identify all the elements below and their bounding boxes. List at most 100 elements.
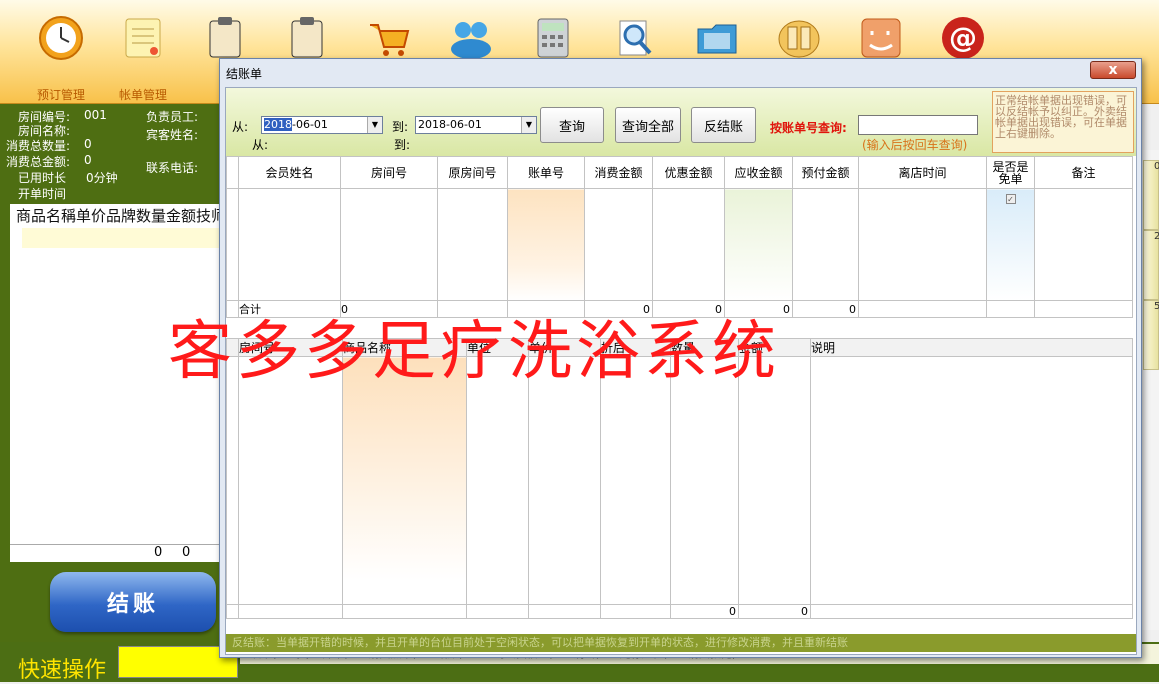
toolbar-item-9[interactable]	[682, 14, 752, 62]
sum-cell	[528, 604, 601, 619]
sum-cell	[238, 604, 343, 619]
list-item[interactable]	[22, 228, 222, 248]
column-header[interactable]: 应收金额	[724, 156, 793, 189]
reverse-settle-button[interactable]: 反结账	[691, 107, 756, 143]
total-amt-value: 0	[84, 153, 92, 167]
right-tab[interactable]: 2	[1143, 230, 1159, 300]
to-label: 到:	[392, 120, 409, 134]
toolbar-item-bills[interactable]: 帐单管理	[108, 14, 178, 103]
open-time-label: 开单时间	[18, 187, 67, 201]
column-header[interactable]: 原房间号	[437, 156, 508, 189]
table-cell[interactable]	[584, 188, 653, 301]
settle-button[interactable]: 结账	[50, 572, 216, 632]
sum-cell	[466, 604, 529, 619]
column-header[interactable]: 消费金额	[584, 156, 653, 189]
close-icon: x	[1108, 62, 1118, 78]
books-icon	[775, 14, 823, 62]
room-no-value: 001	[84, 108, 107, 122]
toolbar-label: 帐单管理	[118, 88, 167, 102]
clock-icon	[37, 14, 85, 62]
sum-cell: 0	[792, 300, 859, 318]
sum-cell: 0	[670, 604, 739, 619]
toolbar-item-4[interactable]	[272, 14, 342, 62]
table-cell[interactable]	[1034, 188, 1133, 301]
bills-table[interactable]: 会员姓名 房间号 原房间号 账单号 消费金额 优惠金额 应收金额 预付金额 离店…	[226, 156, 1133, 318]
toolbar-item-8[interactable]	[600, 14, 670, 62]
sum-cell	[1034, 300, 1133, 318]
toolbar-item-11[interactable]	[846, 14, 916, 62]
column-header[interactable]: 离店时间	[858, 156, 987, 189]
table-header-row: 会员姓名 房间号 原房间号 账单号 消费金额 优惠金额 应收金额 预付金额 离店…	[226, 156, 1133, 189]
guest-label: 宾客姓名:	[146, 128, 199, 142]
toolbar-item-7[interactable]	[518, 14, 588, 62]
chevron-down-icon[interactable]: ▼	[367, 117, 382, 133]
table-cell[interactable]	[466, 356, 529, 605]
phone-label: 联系电话:	[146, 161, 199, 175]
column-header[interactable]: 备注	[1034, 156, 1133, 189]
dialog-title: 结账单	[226, 67, 263, 81]
column-header[interactable]: 说明	[810, 338, 1133, 357]
toolbar-item-reservation[interactable]: 预订管理	[26, 14, 96, 103]
table-cell	[226, 356, 239, 605]
table-cell[interactable]	[792, 188, 859, 301]
at-icon: @	[939, 14, 987, 62]
query-button[interactable]: 查询	[540, 107, 604, 143]
consumption-sum-row: 0 0	[10, 544, 222, 562]
right-tab[interactable]: 0	[1143, 160, 1159, 230]
table-cell[interactable]	[738, 356, 811, 605]
column-header[interactable]: 会员姓名	[238, 156, 341, 189]
toolbar-item-3[interactable]	[190, 14, 260, 62]
column-header[interactable]: 房间号	[340, 156, 438, 189]
table-cell	[226, 188, 239, 301]
table-row[interactable]	[226, 356, 1133, 605]
table-cell[interactable]	[342, 356, 467, 605]
checkbox-icon[interactable]: ✓	[1005, 194, 1016, 204]
table-cell[interactable]	[724, 188, 793, 301]
close-button[interactable]: x	[1090, 61, 1136, 79]
column-header[interactable]: 优惠金额	[652, 156, 725, 189]
duration-label: 已用时长	[18, 171, 67, 185]
calculator-icon	[529, 14, 577, 62]
toolbar-label: 预订管理	[36, 88, 85, 102]
bill-number-input[interactable]	[858, 115, 978, 135]
to-date-picker[interactable]: 2018-06-01 ▼	[415, 116, 537, 134]
toolbar-item-5[interactable]	[354, 14, 424, 62]
from-date-picker[interactable]: 2018-06-01 ▼	[261, 116, 383, 134]
right-tab[interactable]: 5	[1143, 300, 1159, 370]
sum-cell	[342, 604, 467, 619]
chevron-down-icon[interactable]: ▼	[521, 117, 536, 133]
table-row[interactable]: ✓	[226, 188, 1133, 301]
table-cell[interactable]	[528, 356, 601, 605]
column-header[interactable]: 预付金额	[792, 156, 859, 189]
column-header[interactable]: 是否是免单	[986, 156, 1035, 189]
table-cell[interactable]	[238, 188, 341, 301]
column-header[interactable]: 账单号	[507, 156, 585, 189]
query-all-button[interactable]: 查询全部	[615, 107, 681, 143]
sum-cell	[858, 300, 987, 318]
table-cell[interactable]	[652, 188, 725, 301]
table-cell[interactable]	[670, 356, 739, 605]
sum-cell	[810, 604, 1133, 619]
table-cell[interactable]	[600, 356, 671, 605]
toolbar-item-6[interactable]	[436, 14, 506, 62]
sum-cell: 0	[738, 604, 811, 619]
table-cell[interactable]	[238, 356, 343, 605]
table-cell[interactable]	[810, 356, 1133, 605]
watermark-title: 客多多足疗洗浴系统	[168, 315, 780, 389]
toolbar-item-10[interactable]	[764, 14, 834, 62]
table-cell[interactable]	[507, 188, 585, 301]
users-icon	[447, 14, 495, 62]
table-cell[interactable]	[858, 188, 987, 301]
bill-query-label: 按账单号查询:	[770, 121, 847, 135]
staff-label: 负责员工:	[146, 110, 199, 124]
from-date-year: 2018	[264, 118, 292, 131]
finder-icon	[857, 14, 905, 62]
filter-bar: 从: 2018-06-01 ▼ 从: 到: 2018-06-01 ▼ 到: 查询…	[226, 88, 1136, 156]
bill-query-hint: (输入后按回车查询)	[862, 138, 968, 152]
free-bill-cell[interactable]: ✓	[986, 188, 1035, 301]
status-bar: 反结账：当单据开错的时候，并且开单的台位目前处于空闲状态，可以把单据恢复到开单的…	[226, 634, 1136, 652]
table-cell[interactable]	[340, 188, 438, 301]
from-date-rest: -06-01	[292, 118, 328, 131]
table-cell[interactable]	[437, 188, 508, 301]
toolbar-item-12[interactable]: @	[928, 14, 998, 62]
